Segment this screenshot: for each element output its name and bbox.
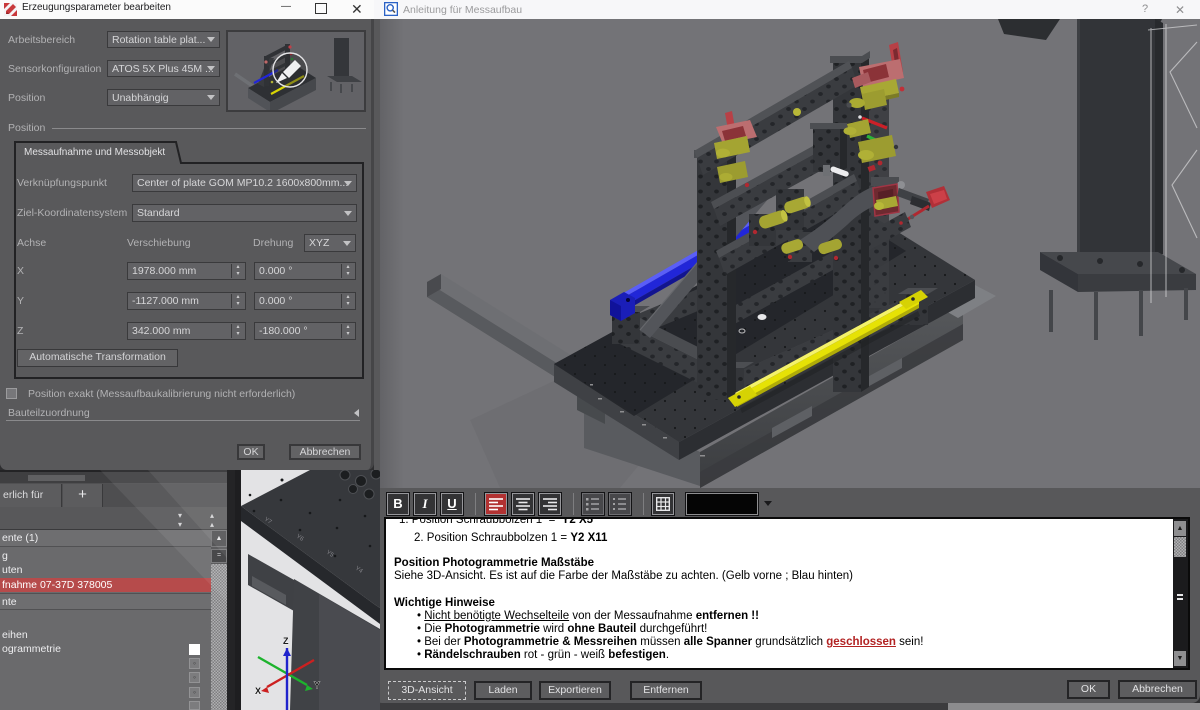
svg-text:X: X	[255, 686, 261, 696]
svg-text:Z: Z	[283, 636, 289, 646]
svg-text:Y: Y	[314, 680, 320, 690]
